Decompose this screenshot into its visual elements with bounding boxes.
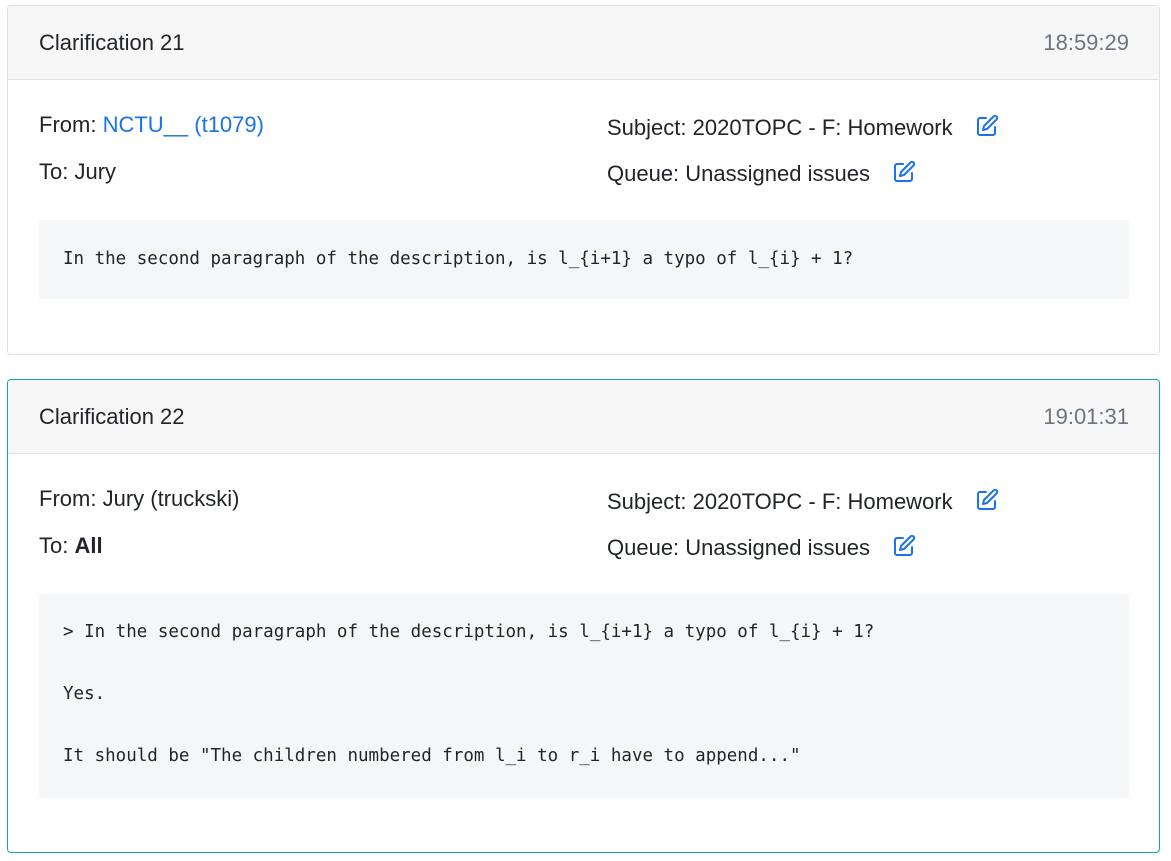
- subject-field: Subject: 2020TOPC - F: Homework: [607, 114, 999, 141]
- subject-field: Subject: 2020TOPC - F: Homework: [607, 488, 999, 515]
- subject-value: 2020TOPC - F: Homework: [692, 489, 953, 514]
- to-value: Jury: [74, 159, 117, 184]
- queue-field: Queue: Unassigned issues: [607, 160, 916, 187]
- clarification-time: 19:01:31: [1043, 403, 1129, 429]
- from-field: From: NCTU__ (t1079): [39, 112, 264, 138]
- to-label: To:: [39, 159, 69, 184]
- clarification-title: Clarification 22: [39, 403, 185, 429]
- from-value: Jury (truckski): [102, 486, 240, 511]
- from-field: From: Jury (truckski): [39, 486, 239, 512]
- clarification-header: Clarification 22 19:01:31: [8, 380, 1159, 454]
- subject-label: Subject:: [607, 115, 687, 140]
- from-label: From:: [39, 486, 97, 511]
- edit-icon[interactable]: [892, 160, 916, 184]
- queue-field: Queue: Unassigned issues: [607, 534, 916, 561]
- to-value: All: [74, 533, 103, 558]
- clarification-header: Clarification 21 18:59:29: [8, 6, 1159, 80]
- from-team-link[interactable]: NCTU__ (t1079): [103, 112, 264, 137]
- clarification-message: > In the second paragraph of the descrip…: [39, 594, 1129, 798]
- clarification-title: Clarification 21: [39, 29, 185, 55]
- clarification-card: Clarification 21 18:59:29 From: NCTU__ (…: [7, 5, 1160, 355]
- to-field: To: All: [39, 533, 103, 559]
- clarification-message: In the second paragraph of the descripti…: [39, 220, 1129, 299]
- to-label: To:: [39, 533, 69, 558]
- edit-icon[interactable]: [892, 534, 916, 558]
- queue-value: Unassigned issues: [685, 535, 870, 560]
- edit-icon[interactable]: [975, 114, 999, 138]
- to-field: To: Jury: [39, 159, 116, 185]
- clarification-card: Clarification 22 19:01:31 From: Jury (tr…: [7, 379, 1160, 853]
- clarification-time: 18:59:29: [1043, 29, 1129, 55]
- subject-label: Subject:: [607, 489, 687, 514]
- from-label: From:: [39, 112, 97, 137]
- queue-label: Queue:: [607, 161, 680, 186]
- edit-icon[interactable]: [975, 488, 999, 512]
- queue-value: Unassigned issues: [685, 161, 870, 186]
- subject-value: 2020TOPC - F: Homework: [692, 115, 953, 140]
- queue-label: Queue:: [607, 535, 680, 560]
